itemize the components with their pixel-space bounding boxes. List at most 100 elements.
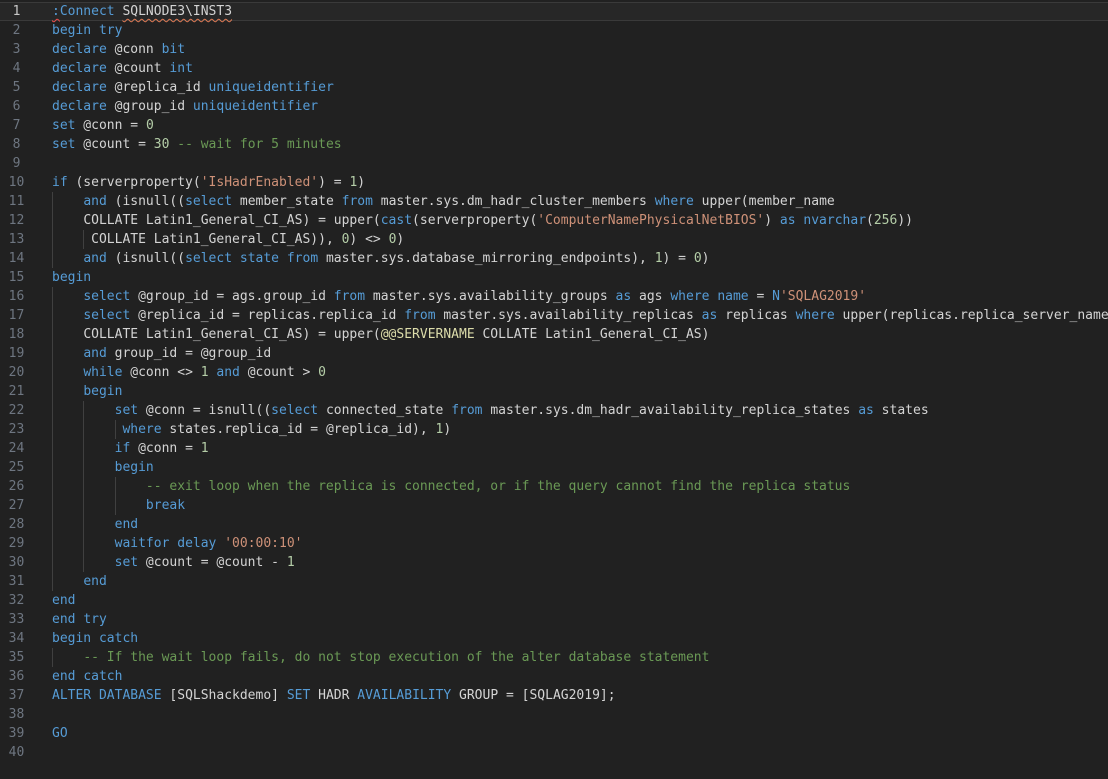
code-token: end	[52, 612, 75, 627]
indent-guide	[52, 249, 53, 268]
code-line[interactable]: 23 where states.replica_id = @replica_id…	[0, 420, 1108, 439]
code-line[interactable]: 26 -- exit loop when the replica is conn…	[0, 477, 1108, 496]
code-line[interactable]: 25 begin	[0, 458, 1108, 477]
code-token: 0	[146, 118, 154, 133]
code-line[interactable]: 5declare @replica_id uniqueidentifier	[0, 78, 1108, 97]
indent-guide	[83, 230, 84, 249]
line-number: 14	[0, 249, 33, 268]
code-text: end	[52, 515, 138, 534]
code-token: @conn =	[75, 118, 145, 133]
code-line[interactable]: 18 COLLATE Latin1_General_CI_AS) = upper…	[0, 325, 1108, 344]
code-token: 'IsHadrEnabled'	[201, 175, 318, 190]
code-token: 1	[201, 365, 209, 380]
code-line[interactable]: 7set @conn = 0	[0, 116, 1108, 135]
code-line[interactable]: 20 while @conn <> 1 and @count > 0	[0, 363, 1108, 382]
code-line[interactable]: 38	[0, 705, 1108, 724]
line-number: 10	[0, 173, 33, 192]
code-line[interactable]: 14 and (isnull((select state from master…	[0, 249, 1108, 268]
line-number: 8	[0, 135, 33, 154]
code-token: end	[83, 574, 106, 589]
code-text: if (serverproperty('IsHadrEnabled') = 1)	[52, 173, 365, 192]
code-line[interactable]: 19 and group_id = @group_id	[0, 344, 1108, 363]
code-line[interactable]: 4declare @count int	[0, 59, 1108, 78]
line-number: 2	[0, 21, 33, 40]
code-line[interactable]: 2begin try	[0, 21, 1108, 40]
line-number: 21	[0, 382, 33, 401]
indent-guide	[52, 230, 53, 249]
code-line[interactable]: 9	[0, 154, 1108, 173]
code-line[interactable]: 8set @count = 30 -- wait for 5 minutes	[0, 135, 1108, 154]
code-text: set @conn = 0	[52, 116, 154, 135]
code-token: @conn <>	[122, 365, 200, 380]
code-token: @conn =	[130, 441, 200, 456]
code-line[interactable]: 29 waitfor delay '00:00:10'	[0, 534, 1108, 553]
code-line[interactable]: 3declare @conn bit	[0, 40, 1108, 59]
code-line[interactable]: 30 set @count = @count - 1	[0, 553, 1108, 572]
code-editor[interactable]: 1 :Connect SQLNODE3\INST32begin try3decla…	[0, 0, 1108, 779]
indent-guide	[115, 496, 116, 515]
code-token: cast	[381, 213, 412, 228]
indent-guide	[52, 306, 53, 325]
code-line[interactable]: 39GO	[0, 724, 1108, 743]
indent-guide	[52, 211, 53, 230]
code-line[interactable]: 31 end	[0, 572, 1108, 591]
code-text: end	[52, 591, 75, 610]
code-token: )	[764, 213, 780, 228]
indent-guide	[52, 458, 53, 477]
code-token: delay	[177, 536, 216, 551]
code-line[interactable]: 1 :Connect SQLNODE3\INST3	[0, 2, 1108, 21]
code-line[interactable]: 24 if @conn = 1	[0, 439, 1108, 458]
code-line[interactable]: 6declare @group_id uniqueidentifier	[0, 97, 1108, 116]
code-token: catch	[83, 669, 122, 684]
code-token: @replica_id = replicas.replica_id	[130, 308, 404, 323]
code-token: if	[52, 175, 68, 190]
code-token: select	[83, 289, 130, 304]
indent-guide	[115, 420, 116, 439]
line-number: 28	[0, 515, 33, 534]
code-token: where	[655, 194, 694, 209]
code-token: (isnull((	[107, 251, 185, 266]
code-token: where	[122, 422, 161, 437]
code-token: replicas	[717, 308, 795, 323]
code-token: @replica_id	[107, 80, 209, 95]
code-token: while	[83, 365, 122, 380]
code-line[interactable]: 11 and (isnull((select member_state from…	[0, 192, 1108, 211]
code-line[interactable]: 12 COLLATE Latin1_General_CI_AS) = upper…	[0, 211, 1108, 230]
code-line[interactable]: 37ALTER DATABASE [SQLShackdemo] SET HADR…	[0, 686, 1108, 705]
code-token: set	[115, 403, 138, 418]
code-token: 'SQLAG2019'	[780, 289, 866, 304]
code-line[interactable]: 17 select @replica_id = replicas.replica…	[0, 306, 1108, 325]
line-number: 1	[0, 2, 33, 21]
code-line[interactable]: 22 set @conn = isnull((select connected_…	[0, 401, 1108, 420]
code-token: connected_state	[318, 403, 451, 418]
code-line[interactable]: 10 if (serverproperty('IsHadrEnabled') = …	[0, 173, 1108, 192]
line-number: 23	[0, 420, 33, 439]
code-token: -- wait for 5 minutes	[177, 137, 341, 152]
code-token: and	[83, 251, 106, 266]
code-token	[232, 251, 240, 266]
code-token: ags	[631, 289, 670, 304]
code-line[interactable]: 40	[0, 743, 1108, 762]
code-text: declare @conn bit	[52, 40, 185, 59]
code-text: COLLATE Latin1_General_CI_AS) = upper(@@…	[52, 325, 709, 344]
code-line[interactable]: 32end	[0, 591, 1108, 610]
code-line[interactable]: 34begin catch	[0, 629, 1108, 648]
code-line[interactable]: 33end try	[0, 610, 1108, 629]
code-text: COLLATE Latin1_General_CI_AS)), 0) <> 0)	[52, 230, 404, 249]
line-number: 35	[0, 648, 33, 667]
code-line[interactable]: 28 end	[0, 515, 1108, 534]
code-line[interactable]: 13 COLLATE Latin1_General_CI_AS)), 0) <>…	[0, 230, 1108, 249]
code-text: if @conn = 1	[52, 439, 209, 458]
indent-guide	[52, 325, 53, 344]
code-line[interactable]: 36end catch	[0, 667, 1108, 686]
code-text: :Connect SQLNODE3\INST3	[52, 2, 232, 21]
code-token: @count	[107, 61, 170, 76]
code-line[interactable]: 15begin	[0, 268, 1108, 287]
code-line[interactable]: 27 break	[0, 496, 1108, 515]
code-token: and	[216, 365, 239, 380]
code-token: -- If the wait loop fails, do not stop e…	[83, 650, 709, 665]
code-line[interactable]: 35 -- If the wait loop fails, do not sto…	[0, 648, 1108, 667]
code-token: -- exit loop when the replica is connect…	[146, 479, 850, 494]
code-line[interactable]: 21 begin	[0, 382, 1108, 401]
code-line[interactable]: 16 select @group_id = ags.group_id from …	[0, 287, 1108, 306]
